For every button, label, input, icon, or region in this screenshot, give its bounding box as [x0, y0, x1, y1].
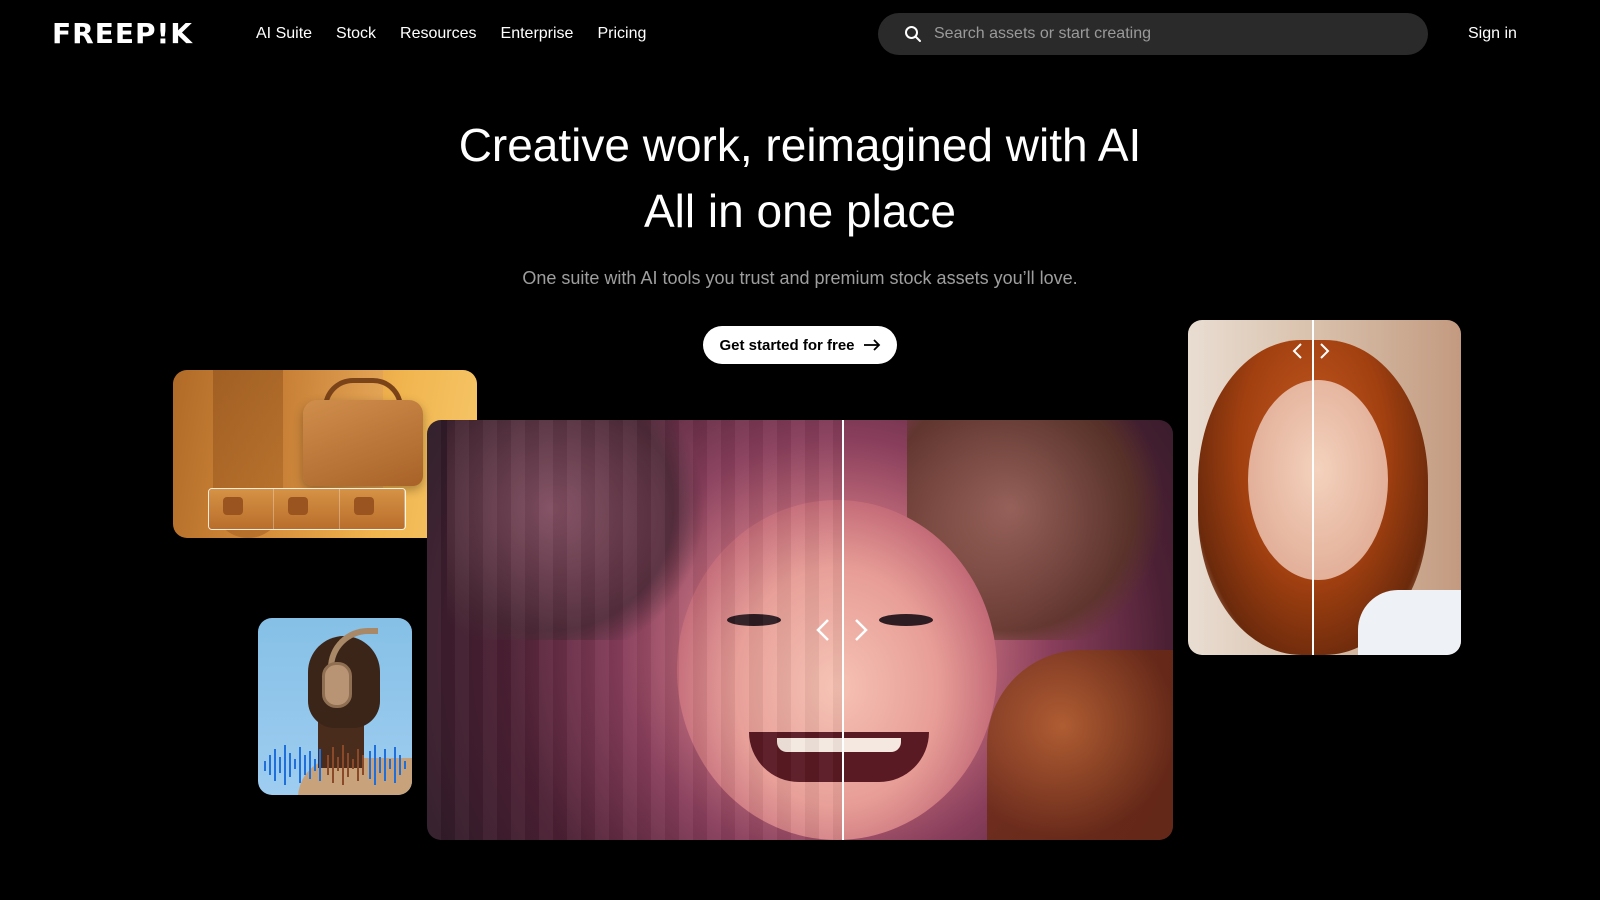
compare-slider-arrows[interactable] — [815, 618, 869, 642]
search-icon — [904, 25, 922, 43]
audio-waveform-icon — [264, 745, 406, 785]
compare-slider-arrows[interactable] — [1291, 342, 1331, 360]
nav-ai-suite[interactable]: AI Suite — [256, 24, 312, 44]
site-header: FREEP!K AI Suite Stock Resources Enterpr… — [0, 0, 1600, 68]
film-frame — [209, 489, 275, 529]
chevron-left-icon — [816, 619, 829, 641]
hero-title-line2: All in one place — [644, 185, 956, 237]
hero-subtitle: One suite with AI tools you trust and pr… — [522, 268, 1078, 288]
arrow-right-icon — [863, 339, 880, 351]
nav-resources[interactable]: Resources — [400, 24, 476, 44]
search-input[interactable] — [934, 25, 1394, 43]
film-frame — [339, 489, 405, 529]
handbag-image — [303, 400, 423, 486]
hero-title-line1: Creative work, reimagined with AI — [458, 119, 1142, 171]
main-nav: AI Suite Stock Resources Enterprise Pric… — [256, 24, 646, 44]
upscale-compare-card[interactable] — [427, 420, 1173, 840]
chevron-right-icon — [855, 619, 868, 641]
portrait-compare-card[interactable] — [1188, 320, 1461, 655]
get-started-button[interactable]: Get started for free — [703, 326, 897, 364]
sign-in-link[interactable]: Sign in — [1468, 24, 1517, 44]
nav-enterprise[interactable]: Enterprise — [501, 24, 574, 44]
get-started-label: Get started for free — [719, 336, 855, 354]
compare-divider-handle[interactable] — [1312, 320, 1314, 655]
jacket-shape — [987, 650, 1173, 840]
nav-stock[interactable]: Stock — [336, 24, 376, 44]
chevron-left-icon — [1292, 343, 1302, 359]
pixelated-half-overlay — [427, 420, 842, 840]
hero-title: Creative work, reimagined with AI All in… — [0, 112, 1600, 244]
headphones-icon — [322, 662, 352, 708]
logo-text: FREEP!K — [52, 17, 193, 50]
search-bar[interactable] — [878, 13, 1428, 55]
freepik-logo[interactable]: FREEP!K — [52, 20, 193, 48]
woman-face-image — [1248, 380, 1388, 580]
chevron-right-icon — [1320, 343, 1330, 359]
eye-shape — [879, 614, 933, 626]
video-filmstrip[interactable] — [208, 488, 406, 530]
nav-pricing[interactable]: Pricing — [597, 24, 646, 44]
film-frame — [274, 489, 340, 529]
audio-headphones-card[interactable] — [258, 618, 412, 795]
shirt-shape — [1358, 590, 1461, 655]
